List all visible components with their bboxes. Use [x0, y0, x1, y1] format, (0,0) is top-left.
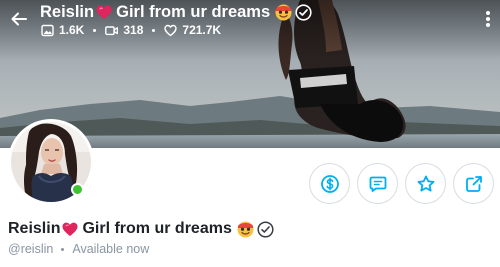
availability-status: Available now: [72, 242, 150, 256]
share-button[interactable]: [453, 163, 494, 204]
header-tagline: Girl from ur dreams: [116, 2, 271, 21]
star-icon: [417, 175, 434, 191]
verified-badge-icon: [257, 220, 274, 238]
profile-display-name: Reislin: [8, 220, 61, 237]
image-icon: [41, 24, 54, 36]
top-bar: Reislin Girl from ur dreams 1.6K 318 721…: [0, 0, 500, 48]
arrow-left-icon: [11, 12, 27, 26]
back-button[interactable]: [9, 9, 29, 29]
header-name: Reislin: [40, 2, 95, 21]
online-status-indicator: [71, 183, 84, 196]
stat-videos: 318: [105, 23, 143, 37]
stat-likes-value: 721.7K: [182, 23, 222, 37]
stat-separator: [152, 28, 156, 32]
profile-handle: @reislin: [8, 242, 54, 256]
star-struck-emoji-icon: [237, 221, 254, 237]
message-button[interactable]: [357, 163, 398, 204]
star-struck-emoji-icon: [275, 4, 292, 20]
handle-row: @reislin Available now: [8, 241, 149, 257]
tip-button[interactable]: [309, 163, 350, 204]
profile-tagline: Girl from ur dreams: [82, 220, 232, 237]
verified-badge-icon: [295, 3, 312, 21]
heart-outline-icon: [164, 24, 178, 36]
stat-separator: [93, 28, 97, 32]
heart-emoji-icon: [62, 222, 78, 236]
stat-likes: 721.7K: [164, 23, 221, 37]
profile-name: Reislin Girl from ur dreams: [8, 218, 274, 240]
stats-row: 1.6K 318 721.7K: [41, 22, 221, 38]
video-icon: [105, 25, 119, 35]
message-icon: [369, 176, 386, 192]
more-vertical-icon: [486, 11, 490, 27]
stat-photos-value: 1.6K: [59, 23, 85, 37]
share-icon: [465, 175, 482, 192]
stat-videos-value: 318: [123, 23, 144, 37]
stat-photos: 1.6K: [41, 23, 84, 37]
add-to-favorites-button[interactable]: [405, 163, 446, 204]
header-title: Reislin Girl from ur dreams: [40, 1, 312, 23]
handle-separator: [61, 247, 65, 251]
heart-emoji-icon: [96, 5, 112, 19]
more-options-button[interactable]: [478, 8, 498, 30]
dollar-icon: [320, 174, 339, 193]
